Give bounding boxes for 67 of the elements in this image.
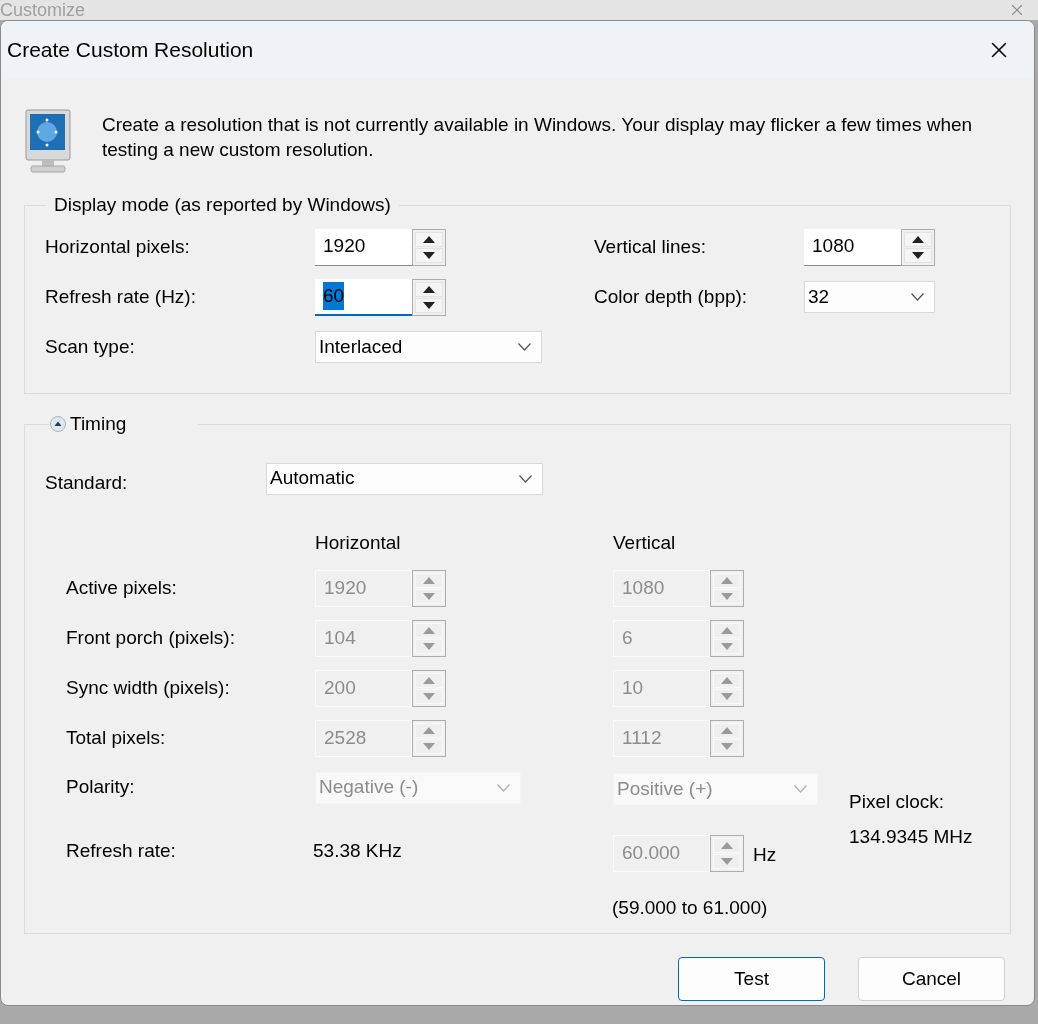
down-triangle-icon bbox=[721, 643, 733, 650]
down-triangle-icon bbox=[912, 251, 924, 259]
field-label: Scan type: bbox=[45, 334, 136, 359]
up-triangle-icon bbox=[912, 235, 924, 243]
spin-up-button[interactable] bbox=[904, 231, 932, 247]
up-triangle-icon bbox=[423, 235, 435, 243]
down-triangle-icon bbox=[423, 251, 435, 259]
pixel-clock-value: 134.9345 MHz bbox=[849, 824, 974, 849]
number-field[interactable]: 1920 bbox=[315, 228, 412, 266]
down-triangle-icon bbox=[721, 743, 733, 750]
chevron-down-icon bbox=[518, 343, 531, 351]
up-triangle-icon bbox=[721, 842, 733, 849]
down-triangle-icon bbox=[423, 743, 435, 750]
spin-down-button[interactable] bbox=[415, 247, 443, 263]
up-triangle-icon bbox=[721, 727, 733, 734]
background-window-title: Customize bbox=[0, 0, 86, 20]
field-label: Polarity: bbox=[65, 775, 136, 800]
column-header: Horizontal bbox=[315, 530, 402, 555]
field-label: Front porch (pixels): bbox=[65, 626, 236, 651]
unit-label: Hz bbox=[753, 843, 777, 868]
field-label: Refresh rate: bbox=[65, 838, 177, 863]
group-legend: Display mode (as reported by Windows) bbox=[46, 191, 399, 220]
pixel-clock-label: Pixel clock: bbox=[849, 790, 946, 814]
chevron-down-icon bbox=[519, 474, 532, 483]
intro-text: Create a resolution that is not currently available in Windows. Your display may flicker a few times when testing a new custom resolution. bbox=[102, 113, 974, 162]
down-triangle-icon bbox=[721, 693, 733, 700]
dropdown[interactable]: Interlaced bbox=[315, 331, 542, 363]
up-triangle-icon bbox=[423, 627, 435, 634]
up-triangle-icon bbox=[721, 627, 733, 634]
up-triangle-icon bbox=[423, 677, 435, 684]
down-triangle-icon bbox=[423, 643, 435, 650]
range-text: (59.000 to 61.000) bbox=[612, 896, 769, 920]
number-field[interactable]: 60 bbox=[315, 278, 412, 316]
up-triangle-icon bbox=[721, 577, 733, 584]
number-field[interactable]: 1080 bbox=[804, 228, 901, 266]
down-triangle-icon bbox=[423, 301, 435, 309]
dialog-title: Create Custom Resolution bbox=[7, 37, 254, 64]
up-triangle-icon bbox=[423, 285, 435, 293]
up-triangle-icon bbox=[721, 677, 733, 684]
spin-up-button[interactable] bbox=[415, 231, 443, 247]
chevron-down-icon bbox=[497, 783, 510, 792]
dropdown[interactable]: 32 bbox=[804, 281, 935, 313]
group-legend: Timing bbox=[70, 410, 127, 439]
field-label: Vertical lines: bbox=[594, 234, 707, 259]
up-triangle-icon bbox=[423, 577, 435, 584]
field-label: Active pixels: bbox=[65, 576, 178, 601]
down-triangle-icon bbox=[721, 593, 733, 600]
up-triangle-icon bbox=[423, 727, 435, 734]
down-triangle-icon bbox=[423, 693, 435, 700]
down-triangle-icon bbox=[423, 593, 435, 600]
column-header: Vertical bbox=[613, 530, 677, 555]
monitor-icon bbox=[25, 109, 71, 173]
field-label: Color depth (bpp): bbox=[594, 284, 749, 309]
chevron-down-icon bbox=[911, 293, 924, 301]
spin-down-button[interactable] bbox=[415, 297, 443, 313]
refresh-rate-value: 53.38 KHz bbox=[313, 838, 403, 863]
field-label: Refresh rate (Hz): bbox=[45, 284, 197, 309]
spin-up-button[interactable] bbox=[415, 281, 443, 297]
down-triangle-icon bbox=[721, 858, 733, 865]
dialog-button[interactable]: Cancel bbox=[858, 957, 1005, 1001]
field-label: Horizontal pixels: bbox=[45, 234, 191, 259]
chevron-down-icon bbox=[794, 785, 807, 793]
field-label: Standard: bbox=[45, 471, 129, 496]
field-label: Sync width (pixels): bbox=[65, 676, 231, 701]
field-label: Total pixels: bbox=[65, 726, 167, 751]
spin-down-button[interactable] bbox=[904, 247, 932, 263]
dialog-button[interactable]: Test bbox=[678, 957, 825, 1001]
